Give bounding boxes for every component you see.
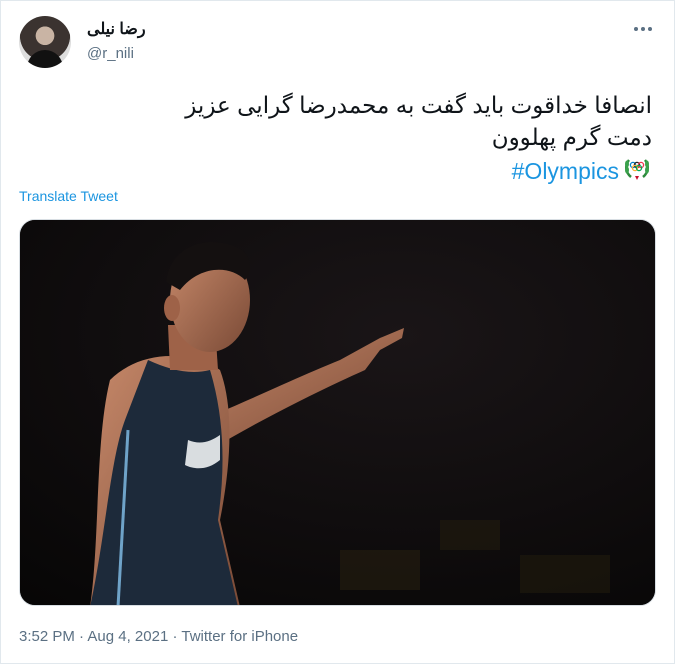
tweet-line-1: انصافا خداقوت باید گفت به محمدرضا گرایی …	[185, 92, 652, 118]
meta-separator-2: ·	[168, 628, 182, 645]
user-handle[interactable]: @r_nili	[87, 45, 134, 62]
hashtag-line: #Olympics	[52, 153, 652, 191]
display-name[interactable]: رضا نیلی	[87, 19, 146, 39]
tweet-source[interactable]: Twitter for iPhone	[181, 628, 298, 645]
meta-separator-1: ·	[74, 628, 88, 645]
tweet-date[interactable]: Aug 4, 2021	[87, 628, 168, 645]
tweet-text: انصافا خداقوت باید گفت به محمدرضا گرایی …	[52, 89, 652, 191]
avatar[interactable]	[19, 16, 71, 68]
tweet-photo[interactable]	[19, 219, 656, 606]
tweet-time[interactable]: 3:52 PM	[19, 628, 75, 645]
avatar-shirt	[27, 50, 63, 68]
tweet-card: رضا نیلی @r_nili انصافا خداقوت باید گفت …	[0, 0, 675, 664]
hashtag-link[interactable]: #Olympics	[512, 158, 619, 184]
tweet-line-2: دمت گرم پهلوون	[491, 124, 652, 150]
more-horizontal-icon[interactable]	[630, 19, 656, 39]
olympic-laurel-icon	[622, 153, 652, 191]
tweet-meta: 3:52 PM · Aug 4, 2021 · Twitter for iPho…	[19, 628, 298, 645]
translate-tweet-link[interactable]: Translate Tweet	[19, 188, 118, 204]
